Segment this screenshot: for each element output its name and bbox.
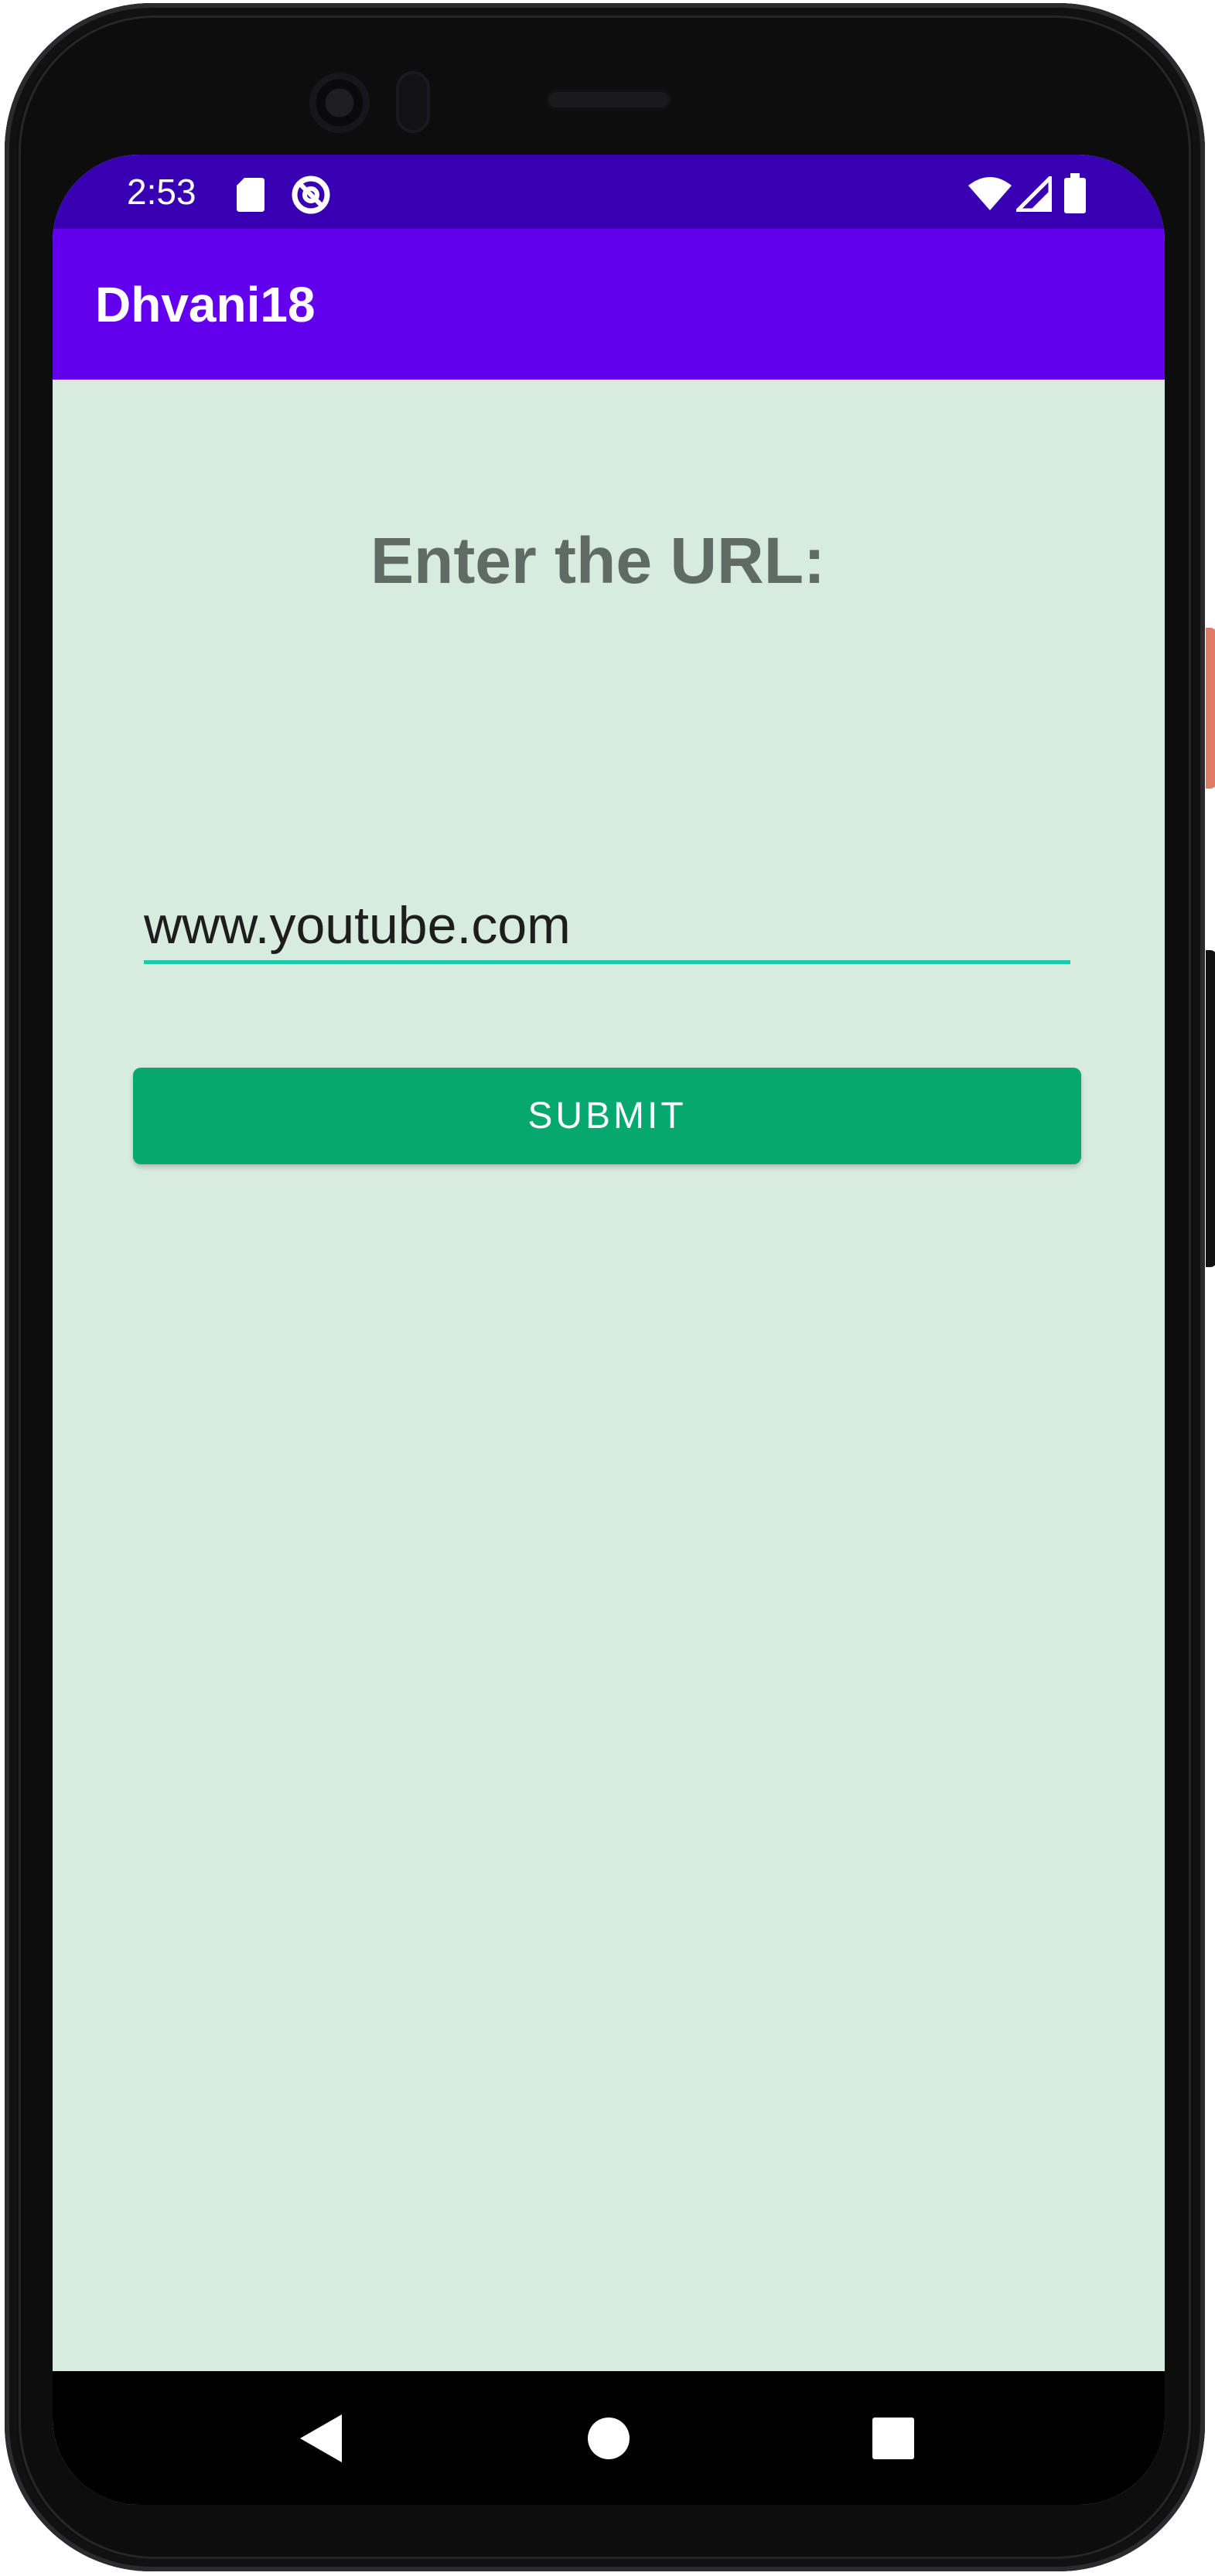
navigation-bar bbox=[53, 2371, 1165, 2505]
status-time: 2:53 bbox=[127, 172, 196, 212]
submit-button[interactable]: SUBMIT bbox=[133, 1068, 1081, 1164]
signal-icon bbox=[1016, 176, 1052, 212]
recents-icon[interactable] bbox=[860, 2405, 927, 2472]
sync-icon bbox=[292, 175, 330, 214]
proximity-sensor bbox=[396, 71, 430, 133]
earpiece-speaker bbox=[546, 90, 671, 110]
wifi-icon bbox=[968, 177, 1012, 210]
status-bar: 2:53 bbox=[53, 155, 1165, 229]
battery-icon bbox=[1064, 173, 1086, 213]
app-bar: Dhvani18 bbox=[53, 229, 1165, 380]
volume-button bbox=[1206, 950, 1215, 1267]
phone-frame: 2:53 Dhvani18 Enter the URL: www.youtube… bbox=[5, 3, 1215, 2571]
sd-card-icon bbox=[237, 178, 265, 212]
main-content: Enter the URL: SUBMIT bbox=[53, 380, 1165, 2371]
power-button bbox=[1206, 628, 1215, 789]
front-camera bbox=[309, 73, 370, 133]
url-input[interactable] bbox=[144, 890, 1070, 964]
home-icon[interactable] bbox=[575, 2405, 642, 2472]
app-title: Dhvani18 bbox=[95, 277, 316, 332]
back-icon[interactable] bbox=[291, 2405, 357, 2472]
url-prompt-heading: Enter the URL: bbox=[370, 524, 825, 597]
screen: 2:53 Dhvani18 Enter the URL: www.youtube… bbox=[53, 155, 1165, 2505]
